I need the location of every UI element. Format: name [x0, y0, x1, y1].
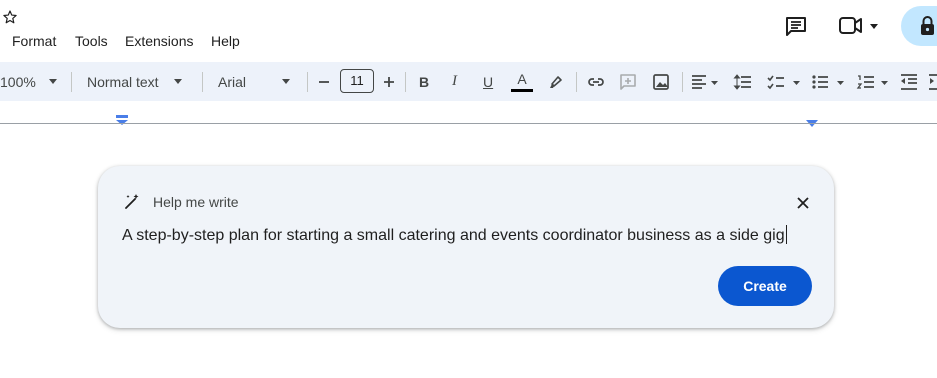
- line-spacing-button[interactable]: [733, 62, 753, 101]
- increase-indent-button[interactable]: [929, 62, 937, 101]
- prompt-input[interactable]: A step-by-step plan for starting a small…: [122, 225, 787, 245]
- chevron-down-icon: [870, 24, 878, 29]
- create-button[interactable]: Create: [718, 266, 812, 306]
- ruler: [0, 123, 937, 124]
- right-indent-marker[interactable]: [806, 115, 818, 127]
- decrease-font-size-button[interactable]: [317, 62, 331, 101]
- align-icon: [692, 74, 718, 89]
- chevron-down-icon: [173, 79, 182, 84]
- menu-tools[interactable]: Tools: [75, 33, 108, 49]
- close-icon[interactable]: [795, 195, 811, 211]
- menu-help[interactable]: Help: [211, 33, 240, 49]
- lock-icon: [921, 16, 934, 35]
- text-cursor: [785, 225, 787, 244]
- decrease-indent-icon: [901, 73, 917, 90]
- bold-icon: B: [419, 73, 430, 90]
- zoom-select[interactable]: 100%: [0, 62, 62, 101]
- divider: [71, 72, 72, 92]
- star-icon[interactable]: [2, 9, 18, 25]
- highlight-button[interactable]: [547, 62, 565, 101]
- chevron-down-icon: [282, 79, 291, 84]
- toolbar: 100% Normal text Arial B I U A: [0, 62, 937, 101]
- checklist-button[interactable]: [766, 62, 802, 101]
- plus-icon: [384, 76, 394, 87]
- link-icon: [588, 77, 604, 86]
- comments-icon[interactable]: [784, 14, 808, 38]
- checklist-icon: [767, 75, 800, 89]
- divider: [405, 72, 406, 92]
- menu-format[interactable]: Format: [12, 33, 56, 49]
- highlight-icon: [550, 75, 562, 88]
- font-select[interactable]: Arial: [218, 62, 298, 101]
- divider: [202, 72, 203, 92]
- left-indent-marker[interactable]: [116, 112, 128, 125]
- style-select[interactable]: Normal text: [87, 62, 191, 101]
- bulleted-list-button[interactable]: [811, 62, 847, 101]
- decrease-indent-button[interactable]: [899, 62, 919, 101]
- align-button[interactable]: [690, 62, 718, 101]
- link-button[interactable]: [586, 62, 606, 101]
- font-value: Arial: [218, 73, 247, 90]
- font-size-input[interactable]: 11: [340, 69, 374, 93]
- add-comment-button[interactable]: [618, 62, 638, 101]
- help-me-write-panel: Help me write A step-by-step plan for st…: [98, 166, 834, 328]
- menu-extensions[interactable]: Extensions: [125, 33, 193, 49]
- minus-icon: [319, 80, 329, 83]
- magic-wand-icon: [123, 193, 141, 211]
- divider: [307, 72, 308, 92]
- divider: [682, 72, 683, 92]
- text-color-icon: A: [517, 70, 527, 87]
- help-me-write-title: Help me write: [153, 194, 239, 210]
- bulleted-list-icon: [812, 74, 844, 89]
- divider: [576, 72, 577, 92]
- text-color-button[interactable]: A: [510, 62, 534, 101]
- numbered-list-icon: [856, 74, 888, 89]
- prompt-text: A step-by-step plan for starting a small…: [122, 227, 785, 244]
- style-value: Normal text: [87, 73, 159, 90]
- add-comment-icon: [620, 73, 636, 90]
- increase-font-size-button[interactable]: [382, 62, 396, 101]
- text-color-swatch: [511, 88, 533, 92]
- increase-indent-icon: [929, 73, 937, 90]
- video-camera-icon: [839, 17, 862, 34]
- line-spacing-icon: [733, 73, 751, 90]
- numbered-list-button[interactable]: [856, 62, 892, 101]
- zoom-value: 100%: [0, 73, 36, 90]
- italic-icon: I: [452, 73, 457, 89]
- underline-icon: U: [483, 73, 494, 90]
- bold-button[interactable]: B: [419, 62, 429, 101]
- image-icon: [653, 73, 669, 90]
- share-button[interactable]: [901, 6, 937, 46]
- italic-button[interactable]: I: [452, 62, 457, 101]
- chevron-down-icon: [48, 79, 57, 84]
- insert-image-button[interactable]: [651, 62, 671, 101]
- meet-button[interactable]: [838, 12, 884, 40]
- underline-button[interactable]: U: [483, 62, 493, 101]
